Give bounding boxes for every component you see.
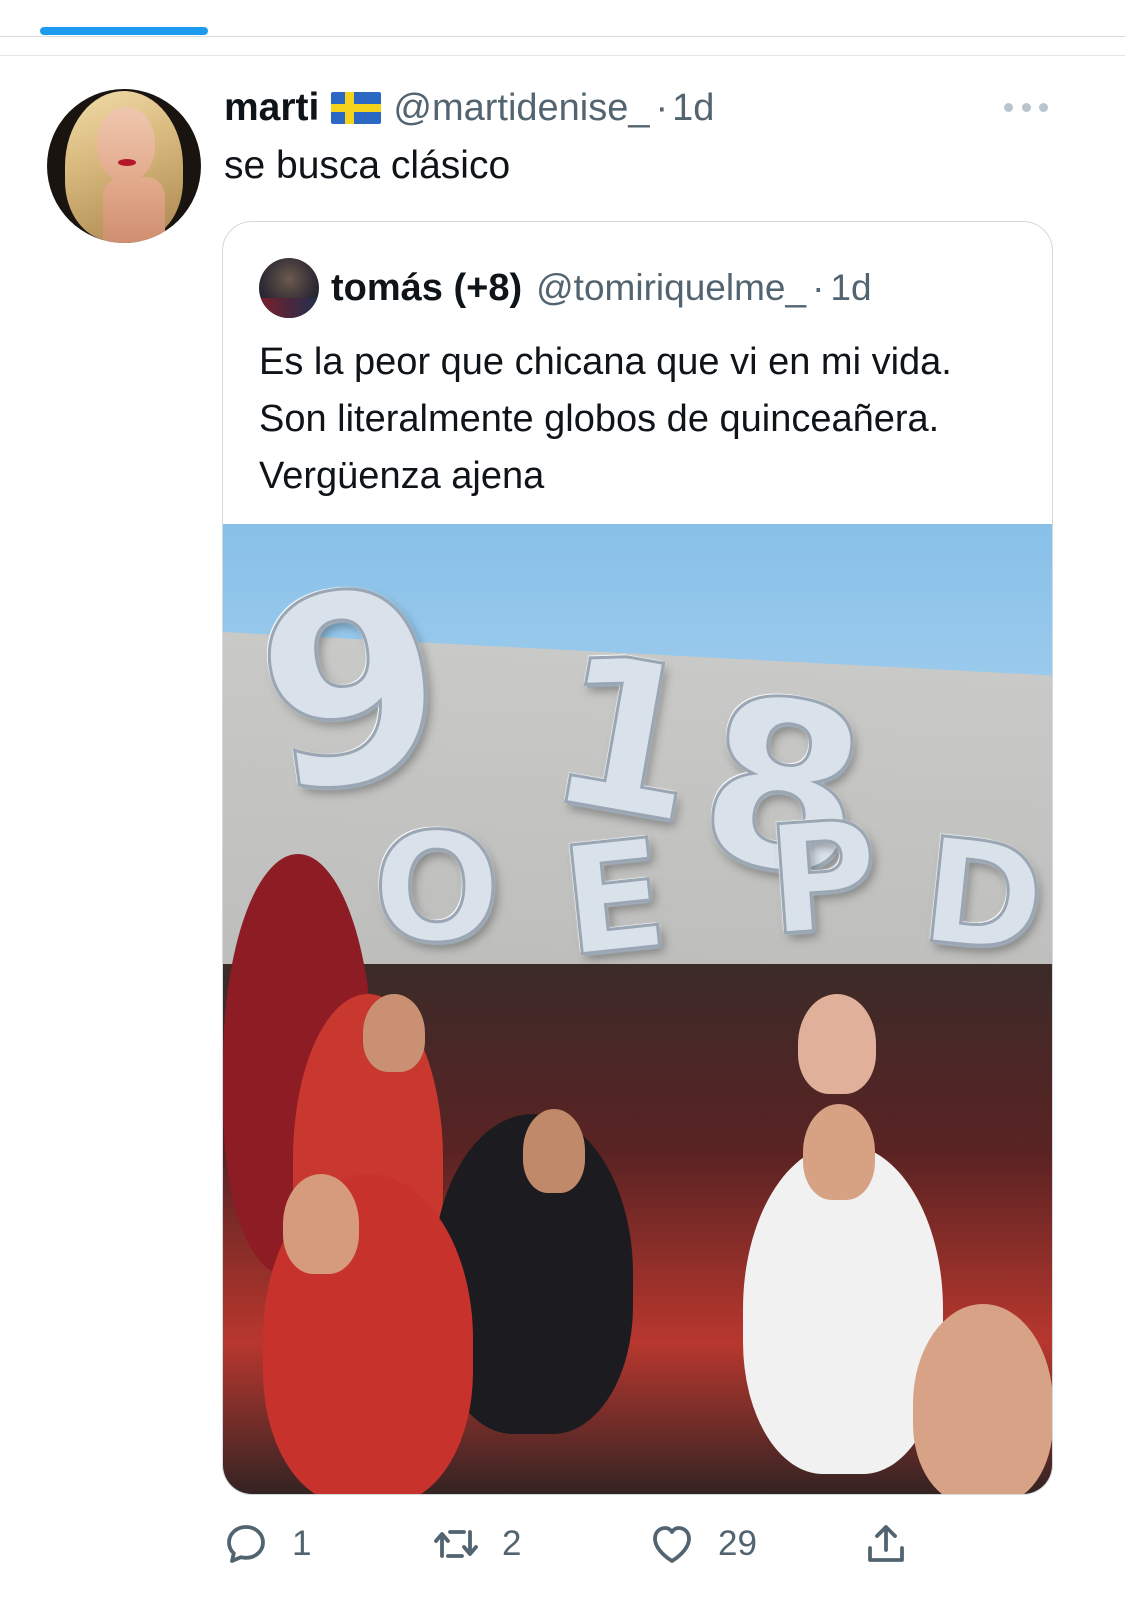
like-button[interactable]: 29 (648, 1514, 757, 1574)
reply-icon (227, 1525, 265, 1563)
tweet-actions: 1 2 29 (222, 1514, 922, 1574)
top-bar (0, 0, 1125, 56)
quoted-tweet-header: tomás (+8) @tomiriquelme_ · 1d (331, 264, 872, 312)
tweet-photo[interactable]: 9 O 1 E 8 P D (223, 524, 1052, 1494)
quoted-author-name: tomás (+8) (331, 266, 523, 309)
quoted-author-handle: @tomiriquelme_ (536, 267, 807, 308)
balloon-letter: 9 (239, 528, 463, 855)
more-options-icon[interactable] (1004, 100, 1048, 114)
reply-button[interactable]: 1 (222, 1514, 311, 1574)
retweet-count: 2 (502, 1524, 522, 1563)
reply-count: 1 (292, 1524, 312, 1563)
author-name[interactable]: marti (224, 86, 319, 130)
tweet-text: se busca clásico (224, 144, 511, 187)
heart-icon (653, 1526, 691, 1563)
divider (0, 36, 1125, 37)
tweet-time[interactable]: 1d (672, 87, 714, 130)
like-count: 29 (718, 1524, 757, 1563)
balloon-letter: O (372, 802, 503, 976)
quoted-separator: · (812, 267, 825, 308)
author-handle[interactable]: @martidenise_ (393, 87, 649, 130)
loading-progress-bar (40, 27, 208, 35)
quoted-tweet-time: 1d (830, 267, 872, 308)
quoted-tweet[interactable]: tomás (+8) @tomiriquelme_ · 1d Es la peo… (222, 221, 1053, 1495)
share-button[interactable] (862, 1514, 910, 1574)
balloon-letter: E (553, 806, 676, 993)
author-avatar[interactable] (47, 89, 201, 243)
sweden-flag-icon (331, 92, 382, 124)
retweet-icon (434, 1530, 478, 1558)
retweet-button[interactable]: 2 (432, 1514, 521, 1574)
separator: · (655, 86, 669, 129)
quoted-author-avatar[interactable] (259, 258, 319, 318)
share-icon (868, 1525, 904, 1562)
balloon-letter: P (761, 787, 886, 971)
quoted-tweet-text: Es la peor que chicana que vi en mi vida… (259, 341, 952, 497)
balloon-letter: D (913, 805, 1052, 989)
tweet-header: marti @martidenise_ · 1d (224, 84, 714, 132)
